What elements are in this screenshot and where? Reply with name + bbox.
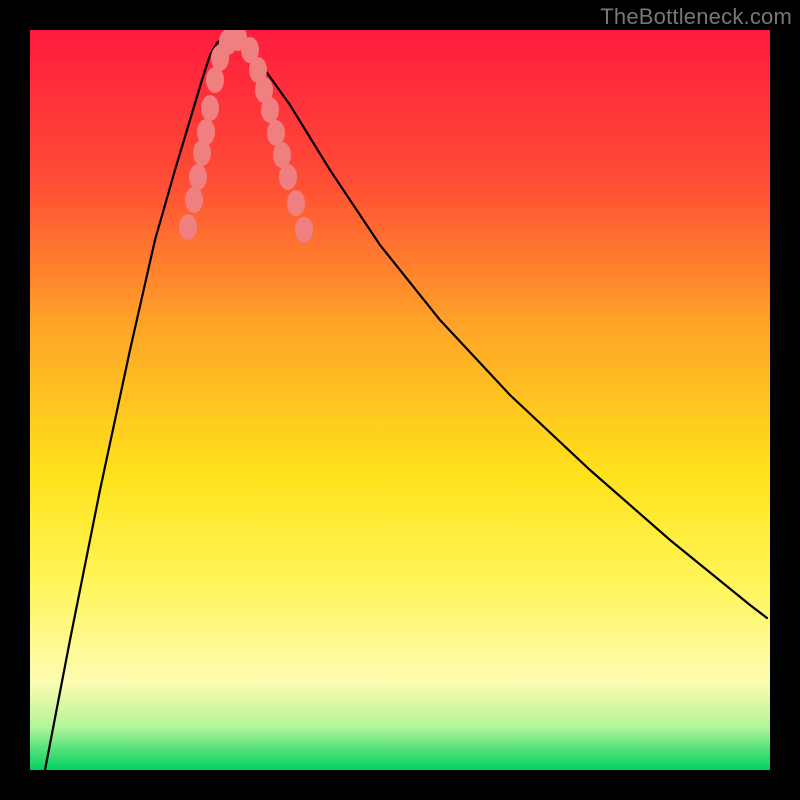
plot-area — [30, 30, 770, 770]
data-marker — [279, 164, 297, 190]
data-marker — [201, 95, 219, 121]
data-marker — [261, 97, 279, 123]
data-marker — [295, 217, 313, 243]
data-marker — [206, 67, 224, 93]
data-marker — [287, 190, 305, 216]
gradient-background — [30, 30, 770, 770]
data-marker — [185, 187, 203, 213]
data-marker — [189, 164, 207, 190]
watermark-text: TheBottleneck.com — [600, 4, 792, 30]
data-marker — [197, 119, 215, 145]
data-marker — [179, 214, 197, 240]
chart-frame: TheBottleneck.com — [0, 0, 800, 800]
chart-svg — [30, 30, 770, 770]
